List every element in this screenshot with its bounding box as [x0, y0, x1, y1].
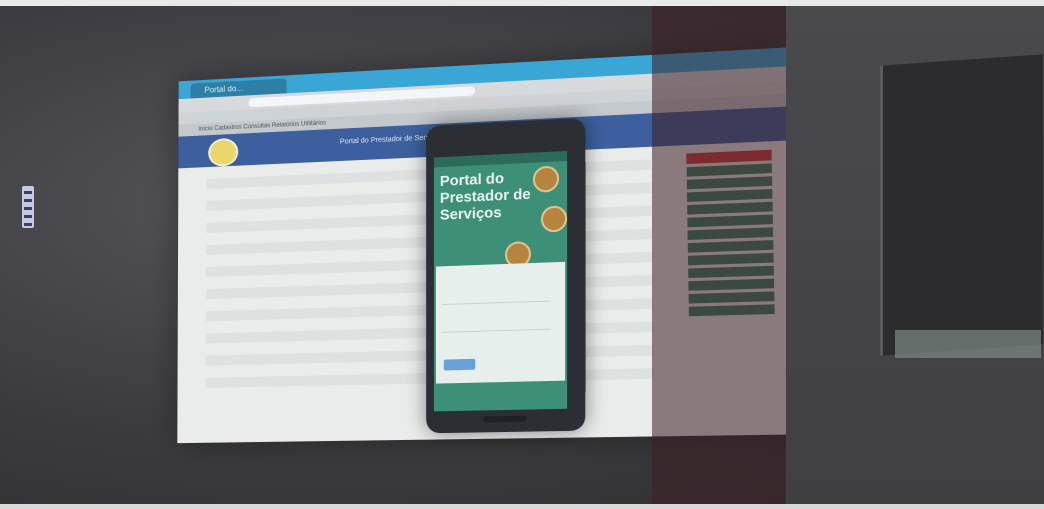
phone-screen: Portal do Prestador de Serviços [433, 150, 568, 412]
avatar [540, 205, 568, 233]
phone-subtitle [440, 226, 549, 230]
login-password-field[interactable] [441, 320, 551, 333]
phone-status-bar [433, 150, 568, 168]
login-username-field[interactable] [441, 292, 551, 306]
photo-dark-band [652, 6, 786, 504]
avatar [532, 165, 560, 193]
phone-home-indicator [483, 415, 527, 423]
site-logo [208, 137, 239, 168]
monitor-base [895, 330, 1041, 358]
side-sticker [22, 186, 34, 228]
photo-bottom-edge [0, 504, 1044, 509]
phone-mockup: Portal do Prestador de Serviços [426, 117, 586, 434]
login-button[interactable] [443, 358, 476, 371]
login-card [435, 261, 566, 384]
monitor [880, 54, 1043, 356]
